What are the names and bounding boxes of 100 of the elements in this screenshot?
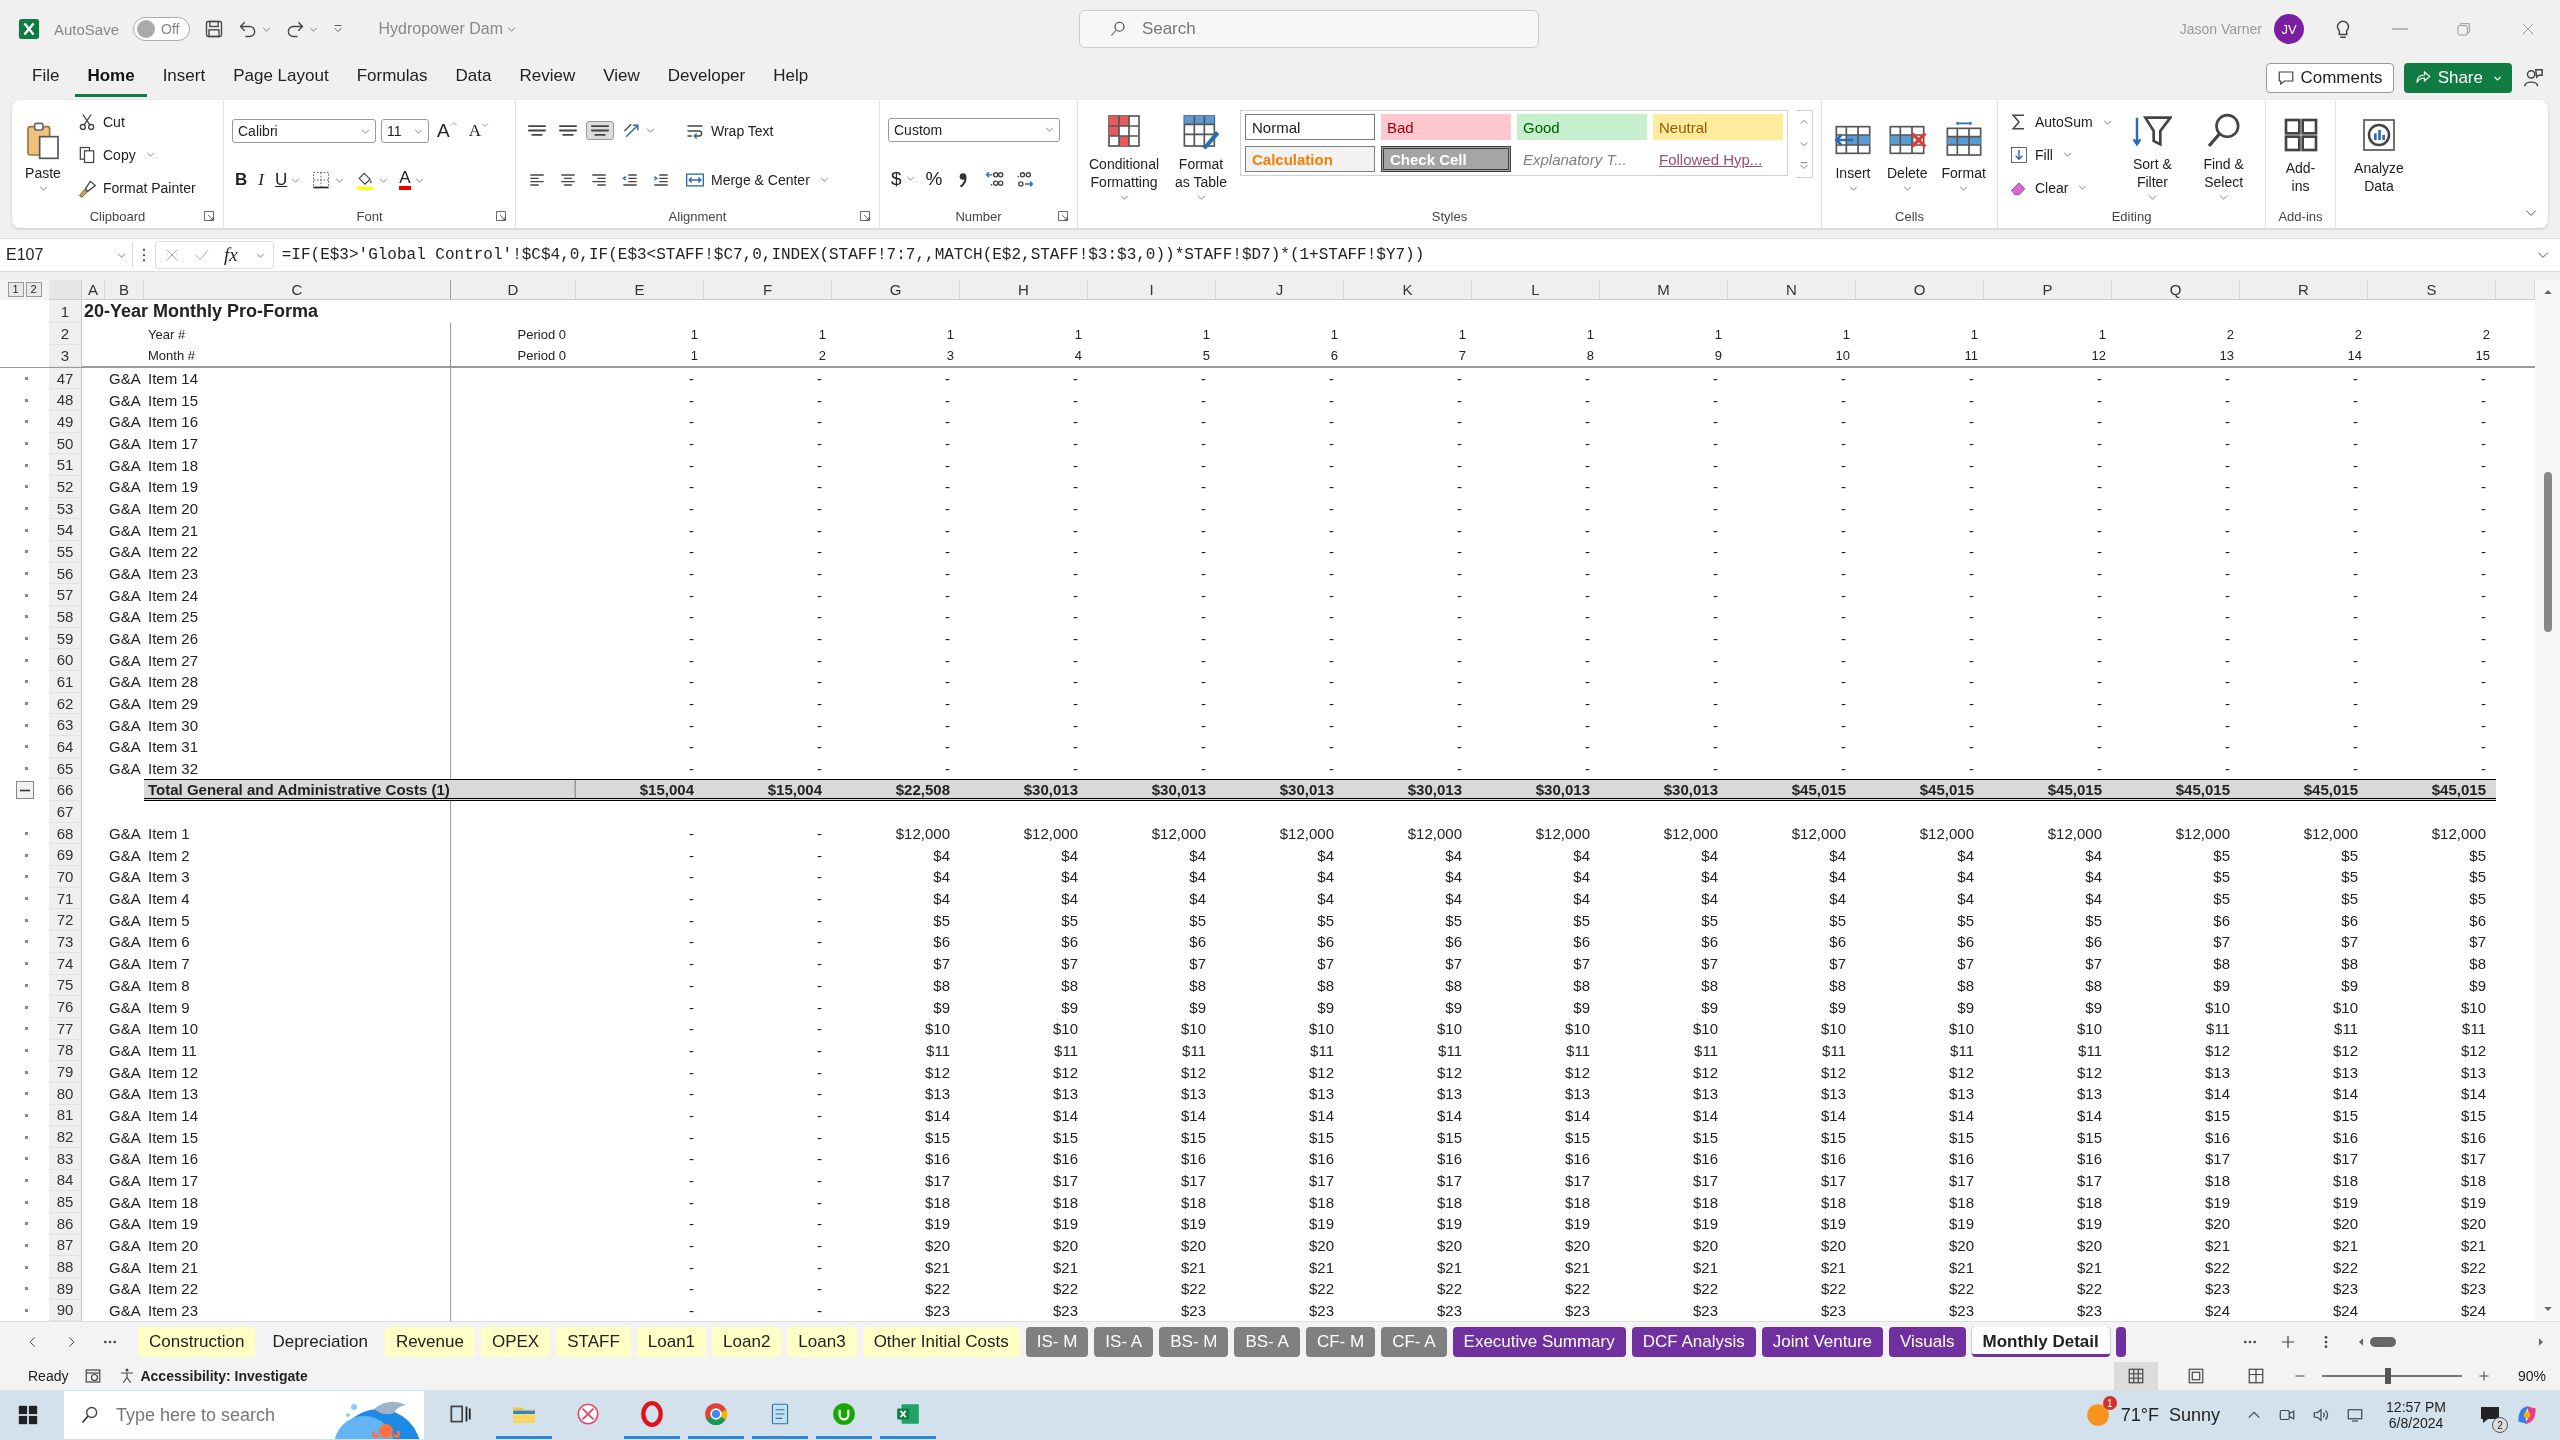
- column-header[interactable]: A: [82, 280, 105, 300]
- format-button[interactable]: $: [888, 164, 918, 193]
- customize-button[interactable]: [332, 23, 345, 35]
- row-header[interactable]: 84: [49, 1169, 82, 1192]
- column-header[interactable]: J: [1216, 280, 1344, 300]
- row-header[interactable]: 49: [49, 411, 82, 433]
- row-header[interactable]: 79: [49, 1061, 82, 1083]
- row-header[interactable]: 62: [49, 692, 82, 715]
- row-header[interactable]: 77: [49, 1017, 82, 1040]
- column-header[interactable]: S: [2368, 280, 2496, 300]
- ribbon-button[interactable]: Clear: [2006, 175, 2091, 200]
- ribbon-icon-button[interactable]: [586, 121, 614, 140]
- cell-style-button[interactable]: Normal: [1245, 114, 1375, 140]
- row-header[interactable]: 80: [49, 1082, 82, 1105]
- sheet-tab[interactable]: Visuals: [1889, 1327, 1966, 1357]
- menu-tab[interactable]: Review: [507, 59, 588, 97]
- column-header[interactable]: C: [144, 280, 451, 300]
- sheet-tab[interactable]: Loan3: [787, 1327, 857, 1357]
- bold-button[interactable]: B: [232, 167, 251, 193]
- row-header[interactable]: 58: [49, 606, 82, 628]
- ribbon-button[interactable]: Format as Table: [1170, 108, 1232, 202]
- column-header[interactable]: G: [832, 280, 960, 300]
- row-header[interactable]: 85: [49, 1191, 82, 1213]
- row-header[interactable]: 48: [49, 389, 82, 412]
- ribbon-button[interactable]: Cut: [74, 110, 128, 135]
- user-avatar[interactable]: JV: [2274, 14, 2304, 44]
- ribbon-button[interactable]: Copy: [74, 143, 158, 167]
- sheet-tab[interactable]: BS- M: [1159, 1327, 1229, 1357]
- row-header[interactable]: 3: [49, 345, 82, 367]
- row-header[interactable]: 1: [49, 299, 82, 324]
- shrink-font-button[interactable]: A: [465, 118, 492, 144]
- row-header[interactable]: 78: [49, 1039, 82, 1062]
- ribbon-button[interactable]: Delete: [1884, 117, 1931, 193]
- sheet-tab[interactable]: Loan2: [712, 1327, 782, 1357]
- ribbon-button[interactable]: Analyze Data: [2344, 113, 2414, 197]
- ribbon-button[interactable]: Format: [1938, 117, 1989, 193]
- sheet-tab[interactable]: Other Initial Costs: [862, 1327, 1020, 1357]
- search-field[interactable]: Search: [1078, 10, 1539, 48]
- column-header[interactable]: Q: [2112, 280, 2240, 300]
- row-header[interactable]: 64: [49, 736, 82, 758]
- row-header[interactable]: 90: [49, 1299, 82, 1322]
- row-header[interactable]: 89: [49, 1277, 82, 1300]
- menu-tab[interactable]: View: [591, 59, 652, 97]
- dropdown-field[interactable]: Calibri: [232, 119, 376, 143]
- column-header[interactable]: F: [704, 280, 832, 300]
- sheet-tab[interactable]: IS- M: [1025, 1327, 1089, 1357]
- row-header[interactable]: 56: [49, 562, 82, 585]
- share-button[interactable]: Share: [2403, 63, 2512, 93]
- taskbar-search-field[interactable]: Type here to search: [64, 1391, 324, 1439]
- menu-tab[interactable]: Formulas: [344, 59, 440, 97]
- row-header[interactable]: 72: [49, 909, 82, 932]
- ribbon-button[interactable]: Wrap Text: [682, 118, 777, 143]
- column-header[interactable]: H: [960, 280, 1088, 300]
- row-header[interactable]: 69: [49, 844, 82, 867]
- column-header[interactable]: I: [1088, 280, 1216, 300]
- cell-style-button[interactable]: Followed Hyp...: [1653, 146, 1783, 172]
- view-button[interactable]: [2114, 1362, 2158, 1390]
- sheet-tab[interactable]: Loan1: [636, 1327, 707, 1357]
- column-header[interactable]: R: [2240, 280, 2368, 300]
- row-header[interactable]: 81: [49, 1104, 82, 1127]
- row-header[interactable]: 74: [49, 952, 82, 975]
- redo-button[interactable]: [285, 19, 319, 39]
- outline-level-button[interactable]: 2: [25, 282, 42, 298]
- grow-font-button[interactable]: A: [434, 117, 461, 145]
- name-box[interactable]: E107: [0, 242, 133, 268]
- row-header[interactable]: 63: [49, 714, 82, 737]
- scrollbar-thumb[interactable]: [2370, 1337, 2396, 1347]
- ribbon-button[interactable]: AutoSum: [2006, 110, 2115, 135]
- outline-level-button[interactable]: 1: [7, 282, 24, 298]
- column-header[interactable]: N: [1728, 280, 1856, 300]
- underline-button[interactable]: U: [271, 167, 304, 193]
- row-header[interactable]: 76: [49, 996, 82, 1018]
- column-header[interactable]: B: [105, 280, 144, 300]
- row-header[interactable]: 50: [49, 432, 82, 455]
- dropdown-field[interactable]: 11: [381, 119, 429, 143]
- row-header[interactable]: 73: [49, 931, 82, 953]
- sheet-tab[interactable]: DCF Analysis: [1631, 1327, 1756, 1357]
- undo-button[interactable]: [238, 19, 272, 39]
- row-header[interactable]: 57: [49, 584, 82, 607]
- row-header[interactable]: 67: [49, 801, 82, 823]
- column-header[interactable]: O: [1856, 280, 1984, 300]
- dropdown-field[interactable]: Custom: [888, 117, 1060, 142]
- menu-tab[interactable]: Insert: [150, 59, 218, 97]
- sheet-tab[interactable]: OPEX: [480, 1327, 551, 1357]
- format-button[interactable]: %: [922, 164, 946, 193]
- row-header[interactable]: 2: [49, 323, 82, 345]
- column-header[interactable]: E: [576, 280, 704, 300]
- ribbon-button[interactable]: Conditional Formatting: [1086, 108, 1163, 202]
- zoom-level[interactable]: 90%: [2506, 1368, 2546, 1384]
- zoom-in-button[interactable]: [2478, 1370, 2490, 1382]
- scrollbar-thumb[interactable]: [2543, 472, 2552, 632]
- row-header[interactable]: 54: [49, 519, 82, 542]
- ribbon-button[interactable]: Merge & Center: [682, 167, 832, 192]
- dialog-launcher-button[interactable]: [203, 210, 215, 222]
- font-color-button[interactable]: A: [396, 167, 427, 193]
- row-header[interactable]: 75: [49, 974, 82, 997]
- cell-style-button[interactable]: Good: [1517, 114, 1647, 140]
- autosave-toggle[interactable]: Off: [133, 17, 191, 41]
- ribbon-button[interactable]: Sort & Filter: [2122, 108, 2183, 202]
- sheet-tab[interactable]: Revenue: [384, 1327, 475, 1357]
